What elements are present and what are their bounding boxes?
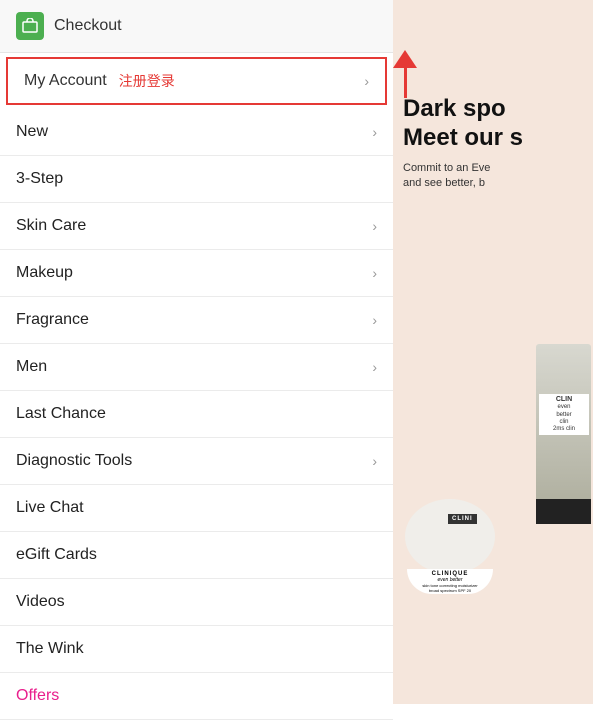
menu-item-3-step[interactable]: 3-Step bbox=[0, 156, 393, 203]
menu-item-label: eGift Cards bbox=[16, 546, 97, 564]
menu-panel: Checkout My Account 注册登录 › New › 3-Step Ski… bbox=[0, 0, 393, 704]
menu-item-label: The Wink bbox=[16, 640, 84, 658]
product-bottle-base bbox=[536, 499, 591, 524]
menu-item-live-chat[interactable]: Live Chat bbox=[0, 485, 393, 532]
menu-item-offers[interactable]: Offers bbox=[0, 673, 393, 720]
menu-item-videos[interactable]: Videos bbox=[0, 579, 393, 626]
clinique-jar-label: CLINIQUE even better skin tone correctin… bbox=[407, 569, 493, 594]
content-panel: FREE DUO WITH ANY $35 ☰ 🔍 CLINIQUE Dark … bbox=[393, 0, 593, 704]
headline-line1: Dark spo bbox=[403, 95, 593, 124]
menu-item-label: New bbox=[16, 123, 48, 141]
menu-item-chevron: › bbox=[372, 124, 377, 140]
menu-item-chevron: › bbox=[372, 312, 377, 328]
menu-item-men[interactable]: Men › bbox=[0, 344, 393, 391]
sub-text: Commit to an Eve and see better, b bbox=[403, 161, 593, 192]
arrow-line bbox=[404, 68, 407, 98]
menu-item-label: Offers bbox=[16, 687, 59, 705]
menu-item-label: Makeup bbox=[16, 264, 73, 282]
menu-item-last-chance[interactable]: Last Chance bbox=[0, 391, 393, 438]
arrow-up-icon bbox=[393, 50, 417, 68]
menu-item-chevron: › bbox=[372, 453, 377, 469]
menu-item-label: Men bbox=[16, 358, 47, 376]
menu-items-list: New›3-StepSkin Care›Makeup›Fragrance›Men… bbox=[0, 109, 393, 720]
clinique-label-tall: CLIN even better clin 2ms clin bbox=[539, 394, 589, 435]
clinique-badge: CLINI bbox=[448, 514, 477, 524]
menu-item-chevron: › bbox=[372, 359, 377, 375]
menu-item-skin-care[interactable]: Skin Care › bbox=[0, 203, 393, 250]
account-sub-label: 注册登录 bbox=[119, 71, 175, 91]
content-text-area: Dark spo Meet our s Commit to an Eve and… bbox=[393, 0, 593, 191]
menu-item-label: Skin Care bbox=[16, 217, 86, 235]
menu-item-label: Diagnostic Tools bbox=[16, 452, 132, 470]
my-account-row[interactable]: My Account 注册登录 › bbox=[6, 57, 387, 105]
headline-line2: Meet our s bbox=[403, 124, 593, 153]
checkout-label: Checkout bbox=[54, 17, 122, 35]
my-account-chevron: › bbox=[364, 73, 369, 89]
checkout-icon bbox=[16, 12, 44, 40]
my-account-label: My Account bbox=[24, 72, 107, 90]
menu-item-label: Last Chance bbox=[16, 405, 106, 423]
menu-item-makeup[interactable]: Makeup › bbox=[0, 250, 393, 297]
menu-item-egift-cards[interactable]: eGift Cards bbox=[0, 532, 393, 579]
menu-item-label: Fragrance bbox=[16, 311, 89, 329]
menu-item-fragrance[interactable]: Fragrance › bbox=[0, 297, 393, 344]
menu-item-label: 3-Step bbox=[16, 170, 63, 188]
menu-item-chevron: › bbox=[372, 265, 377, 281]
menu-item-label: Videos bbox=[16, 593, 65, 611]
product-image-area: CLIN even better clin 2ms clin CLINIQUE … bbox=[393, 344, 593, 604]
menu-item-label: Live Chat bbox=[16, 499, 84, 517]
product-jar bbox=[405, 499, 495, 574]
menu-item-diagnostic-tools[interactable]: Diagnostic Tools › bbox=[0, 438, 393, 485]
checkout-row[interactable]: Checkout bbox=[0, 0, 393, 53]
menu-item-chevron: › bbox=[372, 218, 377, 234]
menu-item-new[interactable]: New › bbox=[0, 109, 393, 156]
arrow-indicator bbox=[393, 50, 417, 98]
menu-item-the-wink[interactable]: The Wink bbox=[0, 626, 393, 673]
